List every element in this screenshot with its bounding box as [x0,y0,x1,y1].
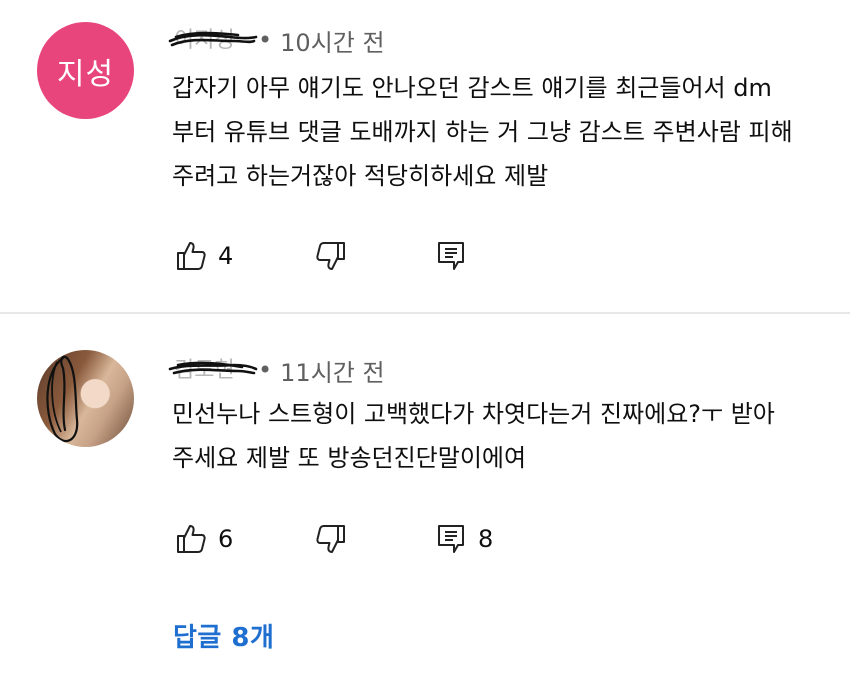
author-name[interactable]: 이지성 [168,25,258,55]
reply-button[interactable]: 8 [434,519,554,559]
meta-separator: • [258,26,273,54]
comment-timestamp: 11시간 전 [280,358,385,387]
comment-text: 민선누나 스트형이 고백했다가 차엿다는거 진짜에요?ㅜ 받아 주세요 제발 또… [172,400,775,472]
like-count: 4 [218,242,234,270]
dislike-button[interactable] [314,236,434,276]
avatar[interactable] [37,350,134,447]
avatar-initials: 지성 [37,22,134,119]
author-name[interactable]: 김도현 [168,355,258,385]
like-button[interactable]: 4 [174,236,314,276]
thumbs-up-icon [177,525,206,553]
thumbs-up-icon [177,242,206,270]
reply-button[interactable] [434,236,554,276]
avatar-photo [37,350,134,447]
like-count: 6 [218,525,234,553]
comment-actions: 4 [174,236,554,276]
redaction-scribble [168,31,258,47]
comment-item: 김도현 • 11시간 전 민선누나 스트형이 고백했다가 차엿다는거 진짜에요?… [0,318,850,578]
comment-timestamp: 10시간 전 [280,28,385,57]
view-replies-link[interactable]: 답글 8개 [173,617,274,654]
redaction-scribble [168,361,258,375]
meta-separator: • [258,356,273,384]
comment-actions: 6 8 [174,519,554,559]
reply-comment-icon [438,242,464,270]
comment-text: 갑자기 아무 얘기도 안나오던 감스트 얘기를 최근들어서 dm 부터 유튜브 … [172,74,793,190]
like-button[interactable]: 6 [174,519,314,559]
thumbs-down-icon [316,242,345,270]
dislike-button[interactable] [314,519,434,559]
reply-count: 8 [478,525,494,553]
avatar-scribble-overlay [46,355,79,443]
avatar[interactable]: 지성 [37,22,134,119]
comment-divider [0,312,850,314]
comment-meta: 이지성 • 10시간 전 [168,22,385,58]
comment-meta: 김도현 • 11시간 전 [168,352,385,388]
comment-item: 지성 이지성 • 10시간 전 갑자기 아무 얘기도 안나오던 감스트 얘기를 … [0,0,850,312]
thumbs-down-icon [316,525,345,553]
reply-comment-icon [438,525,464,553]
